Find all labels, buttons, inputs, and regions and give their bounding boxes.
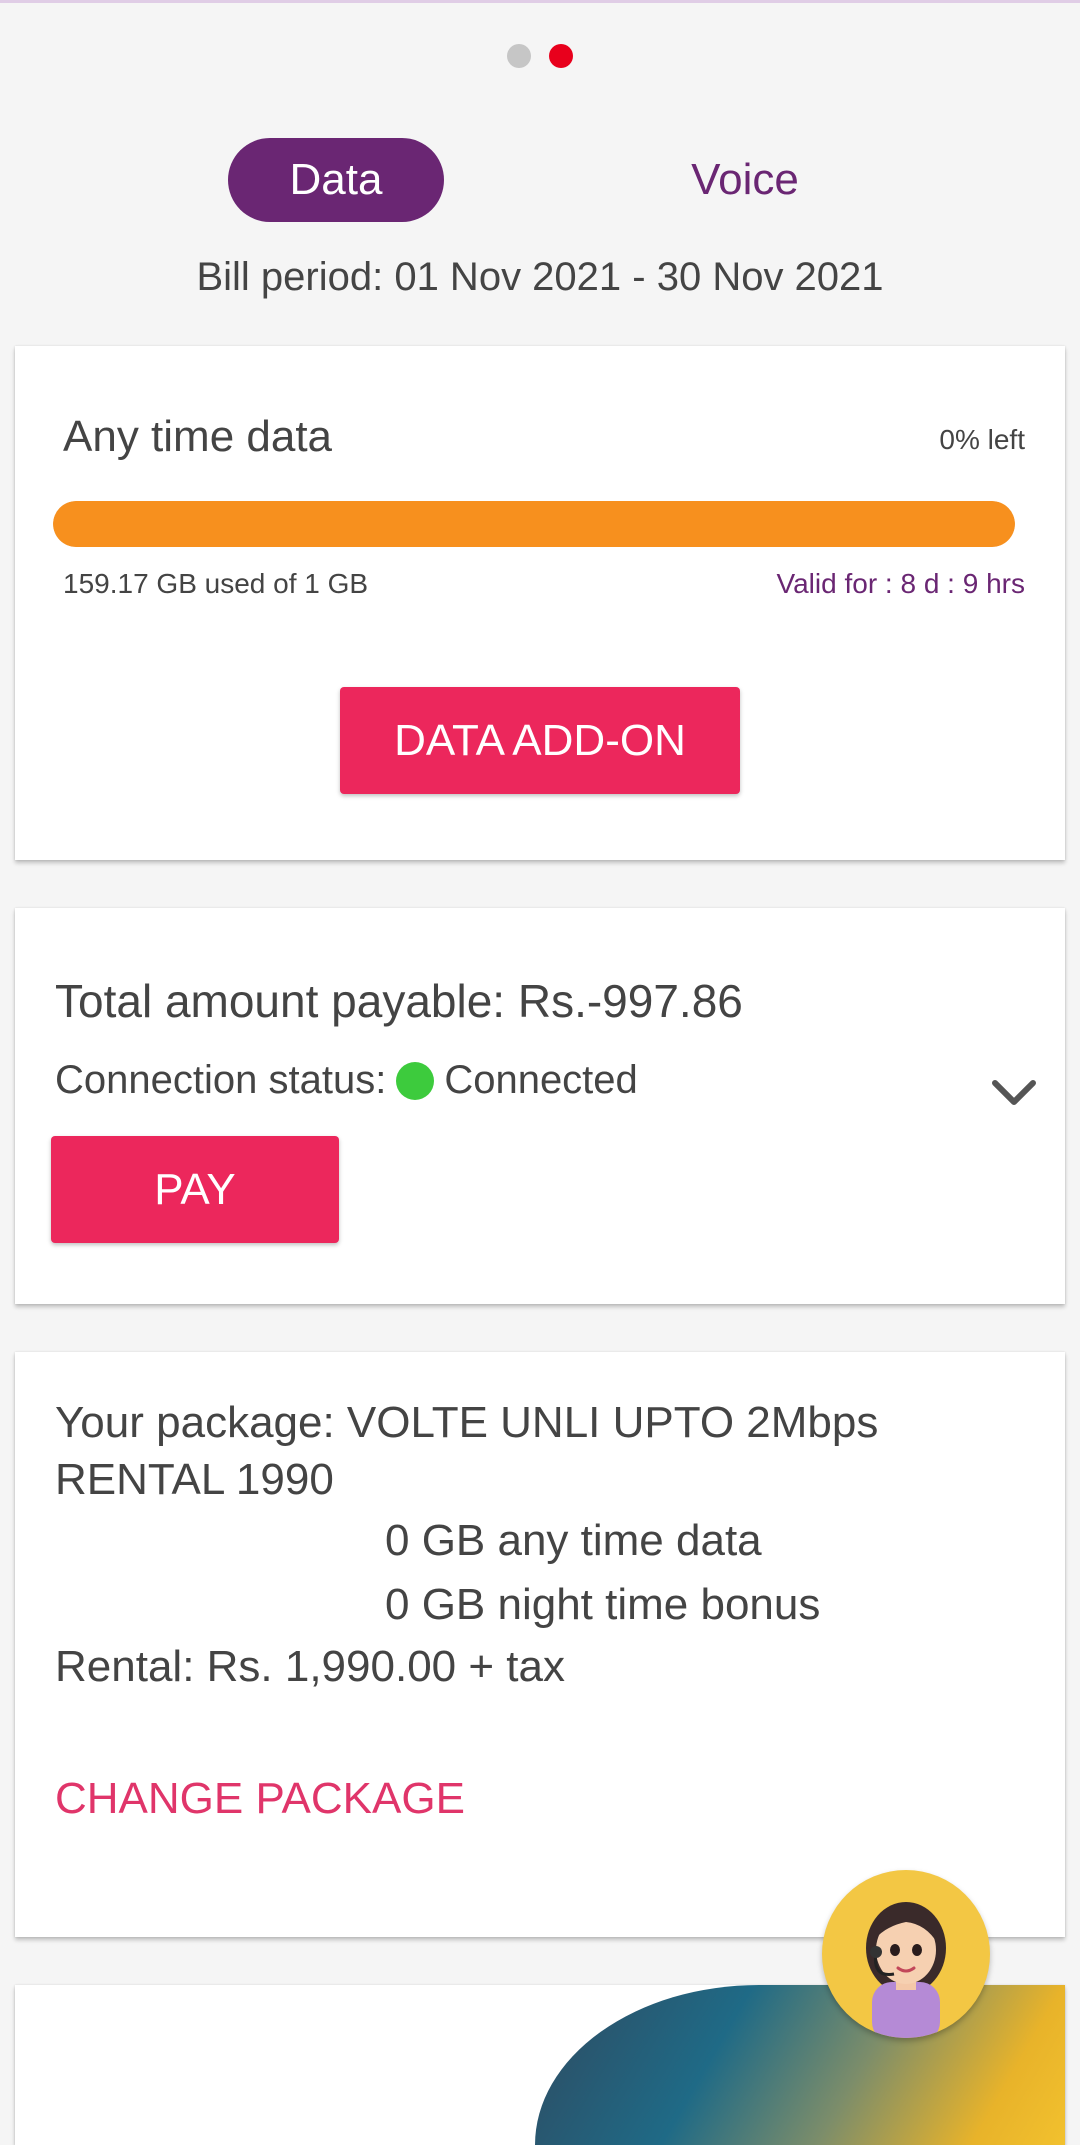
chevron-down-icon[interactable]	[991, 1078, 1037, 1108]
usage-progress-bar	[53, 501, 1015, 547]
bill-period: Bill period: 01 Nov 2021 - 30 Nov 2021	[196, 255, 884, 299]
anytime-data-allowance: 0 GB any time data	[385, 1516, 762, 1565]
assistant-avatar-icon[interactable]	[822, 1870, 990, 2038]
status-dot-icon	[396, 1061, 435, 1100]
total-amount: Total amount payable: Rs.-997.86	[55, 975, 743, 1027]
night-bonus-allowance: 0 GB night time bonus	[385, 1580, 821, 1629]
top-divider	[0, 0, 1080, 3]
tab-voice[interactable]: Voice	[640, 138, 850, 222]
tab-data[interactable]: Data	[228, 138, 444, 222]
carousel-dot-2[interactable]	[549, 44, 573, 68]
promo-banner-image	[535, 1985, 1065, 2145]
carousel-indicator	[0, 44, 1080, 68]
change-package-link[interactable]: CHANGE PACKAGE	[55, 1774, 465, 1824]
usage-title: Any time data	[63, 412, 333, 461]
carousel-dot-1[interactable]	[507, 44, 531, 68]
validity-text: Valid for : 8 d : 9 hrs	[776, 568, 1026, 599]
package-card: Your package: VOLTE UNLI UPTO 2Mbps RENT…	[15, 1352, 1065, 1937]
data-usage-card: Any time data 0% left 159.17 GB used of …	[15, 346, 1065, 860]
connection-status-value: Connected	[444, 1058, 638, 1102]
payment-card: Total amount payable: Rs.-997.86 Connect…	[15, 908, 1065, 1304]
pay-button[interactable]: PAY	[51, 1136, 339, 1243]
usage-amount: 159.17 GB used of 1 GB	[63, 568, 369, 599]
package-name: Your package: VOLTE UNLI UPTO 2Mbps RENT…	[55, 1398, 879, 1504]
connection-status: Connection status: Connected	[55, 1058, 638, 1103]
connection-status-label: Connection status:	[55, 1058, 387, 1102]
percent-left: 0% left	[939, 424, 1025, 455]
usage-progress-fill	[53, 501, 1015, 547]
rental-price: Rental: Rs. 1,990.00 + tax	[55, 1642, 565, 1691]
data-addon-button[interactable]: DATA ADD-ON	[340, 687, 740, 794]
assistant-illustration	[866, 1902, 946, 2038]
